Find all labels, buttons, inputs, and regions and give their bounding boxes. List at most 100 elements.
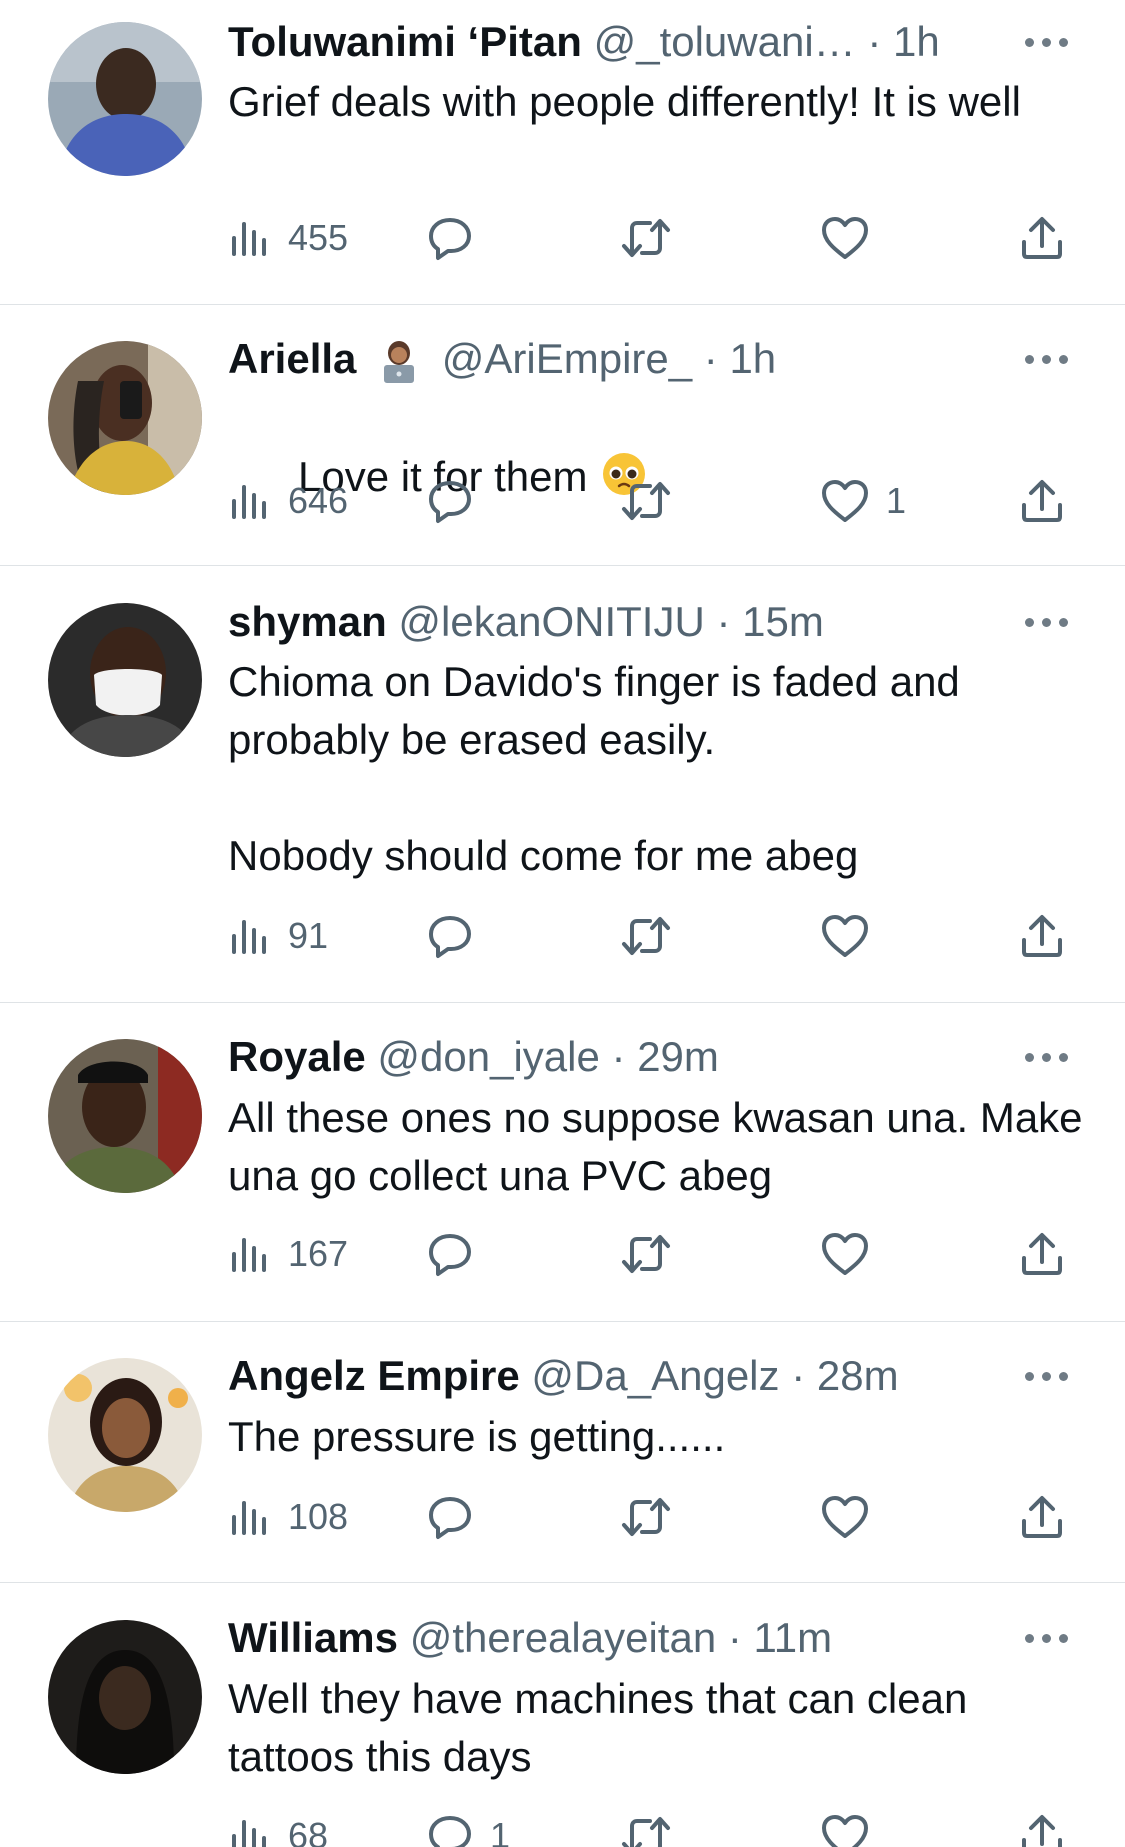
separator-dot: ·	[703, 335, 718, 382]
speech-bubble-icon	[426, 1812, 474, 1847]
retweet-button[interactable]	[620, 1811, 672, 1847]
tweet-text: Well they have machines that can clean t…	[228, 1675, 979, 1780]
retweet-arrows-icon	[620, 1230, 672, 1278]
tweet-text: The pressure is getting......	[228, 1413, 726, 1460]
speech-bubble-icon	[426, 214, 474, 262]
action-bar: 91	[228, 911, 1088, 961]
tweet-header: Royale @don_iyale · 29m	[228, 1031, 719, 1083]
retweet-arrows-icon	[620, 912, 672, 960]
reply-button[interactable]	[426, 213, 490, 263]
reply-button[interactable]: 1	[426, 1811, 510, 1847]
avatar[interactable]	[48, 341, 202, 495]
like-button[interactable]	[820, 1492, 886, 1542]
views-button[interactable]: 167	[228, 1229, 348, 1279]
author-name[interactable]: Ariella	[228, 335, 356, 382]
timestamp[interactable]: 28m	[817, 1352, 899, 1399]
heart-icon	[820, 913, 870, 959]
avatar[interactable]	[48, 1358, 202, 1512]
more-options-icon[interactable]	[1023, 32, 1071, 52]
speech-bubble-icon	[426, 477, 474, 525]
reply-button[interactable]	[426, 476, 490, 526]
author-name[interactable]: Angelz Empire	[228, 1352, 520, 1399]
retweet-arrows-icon	[620, 477, 672, 525]
timestamp[interactable]: 1h	[729, 335, 776, 382]
views-button[interactable]: 455	[228, 213, 348, 263]
more-options-icon[interactable]	[1023, 1628, 1071, 1648]
timestamp[interactable]: 15m	[742, 598, 824, 645]
tweet-item[interactable]: Royale @don_iyale · 29m All these ones n…	[0, 1003, 1125, 1322]
retweet-button[interactable]	[620, 476, 672, 526]
tweet-header: Toluwanimi ‘Pitan @_toluwani… · 1h	[228, 16, 940, 68]
tweet-item[interactable]: Angelz Empire @Da_Angelz · 28m The press…	[0, 1322, 1125, 1583]
separator-dot: ·	[727, 1614, 742, 1661]
views-button[interactable]: 108	[228, 1492, 348, 1542]
reply-button[interactable]	[426, 1229, 490, 1279]
heart-icon	[820, 1813, 870, 1847]
more-options-icon[interactable]	[1023, 1366, 1071, 1386]
retweet-button[interactable]	[620, 1229, 672, 1279]
avatar[interactable]	[48, 1039, 202, 1193]
like-button[interactable]	[820, 1811, 886, 1847]
reply-button[interactable]	[426, 1492, 490, 1542]
views-count: 91	[288, 915, 329, 956]
bar-chart-icon	[228, 1495, 272, 1539]
retweet-arrows-icon	[620, 214, 672, 262]
tweet-item[interactable]: Toluwanimi ‘Pitan @_toluwani… · 1h Grief…	[0, 0, 1125, 305]
speech-bubble-icon	[426, 1230, 474, 1278]
more-options-icon[interactable]	[1023, 349, 1071, 369]
share-button[interactable]	[1018, 911, 1066, 961]
views-count: 68	[288, 1815, 329, 1847]
tweet-item[interactable]: shyman @lekanONITIJU · 15m Chioma on Dav…	[0, 566, 1125, 1003]
author-handle[interactable]: @therealayeitan	[410, 1614, 717, 1661]
author-name[interactable]: Royale	[228, 1033, 366, 1080]
tweet-header: Williams @therealayeitan · 11m	[228, 1612, 832, 1664]
like-button[interactable]	[820, 1229, 886, 1279]
woman-technologist-emoji	[384, 340, 415, 383]
timestamp[interactable]: 29m	[637, 1033, 719, 1080]
reply-feed: Toluwanimi ‘Pitan @_toluwani… · 1h Grief…	[0, 0, 1125, 1847]
like-button[interactable]	[820, 213, 886, 263]
retweet-button[interactable]	[620, 1492, 672, 1542]
tweet-item[interactable]: Ariella @AriEmpire_ · 1h Love it for the…	[0, 305, 1125, 566]
author-name[interactable]: shyman	[228, 598, 387, 645]
tweet-item[interactable]: Williams @therealayeitan · 11m Well they…	[0, 1583, 1125, 1847]
share-button[interactable]	[1018, 476, 1066, 526]
author-handle[interactable]: @lekanONITIJU	[398, 598, 704, 645]
separator-dot: ·	[867, 18, 882, 65]
bar-chart-icon	[228, 914, 272, 958]
views-button[interactable]: 646	[228, 476, 348, 526]
timestamp[interactable]: 1h	[893, 18, 940, 65]
share-button[interactable]	[1018, 1229, 1066, 1279]
like-button[interactable]	[820, 911, 886, 961]
share-upload-icon	[1018, 477, 1066, 525]
share-upload-icon	[1018, 912, 1066, 960]
timestamp[interactable]: 11m	[754, 1614, 833, 1661]
more-options-icon[interactable]	[1023, 1047, 1071, 1067]
tweet-text: Chioma on Davido's finger is faded and p…	[228, 658, 960, 879]
views-count: 455	[288, 217, 349, 258]
avatar[interactable]	[48, 603, 202, 757]
reply-button[interactable]	[426, 911, 490, 961]
author-name[interactable]: Williams	[228, 1614, 398, 1661]
retweet-button[interactable]	[620, 911, 672, 961]
author-handle[interactable]: @don_iyale	[377, 1033, 599, 1080]
action-bar: 108	[228, 1492, 1088, 1542]
like-count: 1	[886, 480, 907, 521]
separator-dot: ·	[611, 1033, 626, 1080]
heart-icon	[820, 478, 870, 524]
author-handle[interactable]: @Da_Angelz	[531, 1352, 779, 1399]
author-name[interactable]: Toluwanimi ‘Pitan	[228, 18, 582, 65]
more-options-icon[interactable]	[1023, 612, 1071, 632]
share-button[interactable]	[1018, 1492, 1066, 1542]
retweet-button[interactable]	[620, 213, 672, 263]
author-handle[interactable]: @_toluwani…	[594, 18, 856, 65]
views-button[interactable]: 91	[228, 911, 328, 961]
avatar[interactable]	[48, 1620, 202, 1774]
views-button[interactable]: 68	[228, 1811, 328, 1847]
like-button[interactable]: 1	[820, 476, 906, 526]
tweet-header: Ariella @AriEmpire_ · 1h	[228, 333, 776, 385]
share-button[interactable]	[1018, 213, 1066, 263]
avatar[interactable]	[48, 22, 202, 176]
author-handle[interactable]: @AriEmpire_	[442, 335, 692, 382]
share-button[interactable]	[1018, 1811, 1066, 1847]
